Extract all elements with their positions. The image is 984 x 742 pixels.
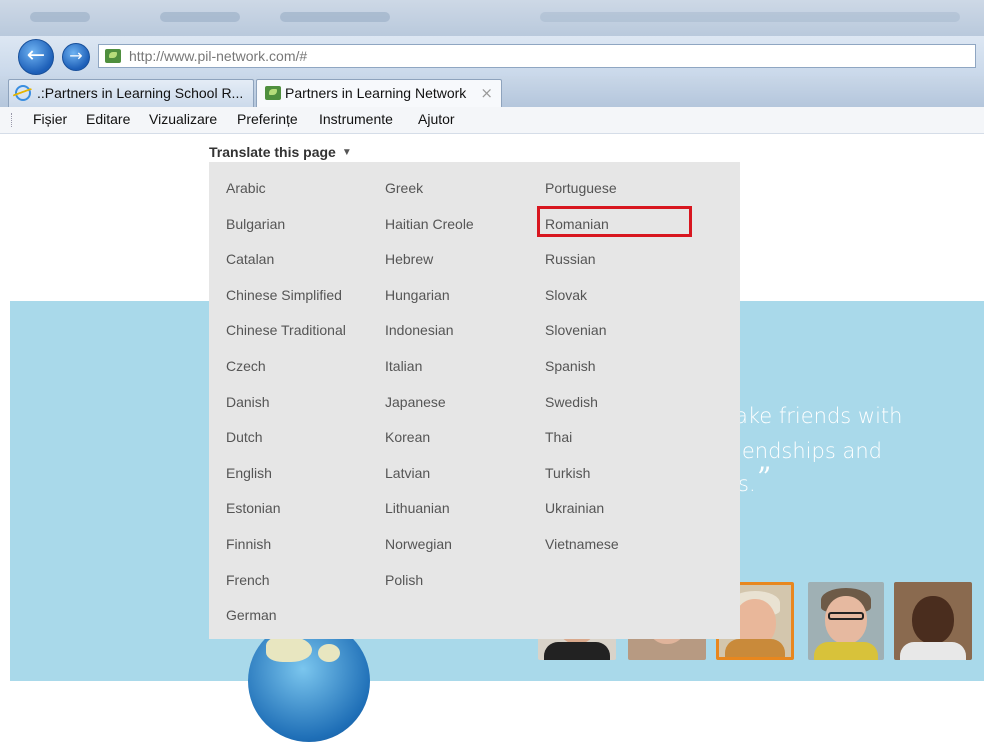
language-option-russian[interactable]: Russian	[545, 251, 596, 267]
photo-body	[900, 642, 966, 660]
menu-view[interactable]: Vizualizare	[149, 111, 217, 127]
url-hash: #	[299, 48, 308, 64]
language-option-english[interactable]: English	[226, 465, 272, 481]
tab-label: .:Partners in Learning School R...	[37, 85, 244, 101]
site-favicon-icon	[105, 49, 121, 63]
language-option-bulgarian[interactable]: Bulgarian	[226, 216, 285, 232]
language-option-portuguese[interactable]: Portuguese	[545, 180, 617, 196]
language-option-polish[interactable]: Polish	[385, 572, 423, 588]
address-url: http://www.pil-network.com/#	[129, 48, 307, 64]
language-option-arabic[interactable]: Arabic	[226, 180, 266, 196]
language-option-japanese[interactable]: Japanese	[385, 394, 446, 410]
language-option-indonesian[interactable]: Indonesian	[385, 322, 454, 338]
language-option-norwegian[interactable]: Norwegian	[385, 536, 452, 552]
site-favicon-icon	[265, 86, 281, 100]
language-option-turkish[interactable]: Turkish	[545, 465, 590, 481]
language-option-french[interactable]: French	[226, 572, 270, 588]
language-option-catalan[interactable]: Catalan	[226, 251, 274, 267]
back-arrow-icon[interactable]: ←	[18, 39, 54, 75]
language-option-korean[interactable]: Korean	[385, 429, 430, 445]
language-option-danish[interactable]: Danish	[226, 394, 270, 410]
photo-body	[814, 642, 878, 660]
language-option-chinese-simplified[interactable]: Chinese Simplified	[226, 287, 342, 303]
tab-strip: .:Partners in Learning School R... Partn…	[0, 76, 984, 107]
language-option-italian[interactable]: Italian	[385, 358, 422, 374]
tab-label: Partners in Learning Network	[285, 85, 467, 101]
photo-face	[912, 596, 954, 644]
language-option-spanish[interactable]: Spanish	[545, 358, 596, 374]
language-option-hungarian[interactable]: Hungarian	[385, 287, 450, 303]
window-titlebar	[0, 0, 984, 36]
language-option-german[interactable]: German	[226, 607, 277, 623]
language-option-chinese-traditional[interactable]: Chinese Traditional	[226, 322, 346, 338]
tab-partners-network[interactable]: Partners in Learning Network ×	[256, 79, 502, 107]
navigation-bar: ← → http://www.pil-network.com/#	[0, 36, 984, 76]
url-host: http://www.pil-network.com/	[129, 48, 300, 64]
language-option-greek[interactable]: Greek	[385, 180, 423, 196]
language-option-swedish[interactable]: Swedish	[545, 394, 598, 410]
menu-tools[interactable]: Instrumente	[319, 111, 393, 127]
language-option-hebrew[interactable]: Hebrew	[385, 251, 433, 267]
close-quote-mark: ”	[757, 461, 772, 494]
photo-glasses	[828, 612, 864, 620]
language-option-finnish[interactable]: Finnish	[226, 536, 271, 552]
forward-arrow-icon[interactable]: →	[62, 43, 90, 71]
language-option-latvian[interactable]: Latvian	[385, 465, 430, 481]
language-option-thai[interactable]: Thai	[545, 429, 572, 445]
photo-face	[825, 596, 867, 644]
photo-body	[544, 642, 610, 660]
titlebar-blur-4	[540, 12, 960, 22]
member-photo-4[interactable]	[808, 582, 884, 660]
titlebar-blur-1	[30, 12, 90, 22]
titlebar-blur-3	[280, 12, 390, 22]
menu-bar: Fișier Editare Vizualizare Preferințe In…	[0, 107, 984, 134]
language-option-ukrainian[interactable]: Ukrainian	[545, 500, 604, 516]
language-option-estonian[interactable]: Estonian	[226, 500, 280, 516]
hero-quote-line-2: friendships and	[720, 439, 882, 463]
language-option-haitian-creole[interactable]: Haitian Creole	[385, 216, 474, 232]
globe-landmass	[318, 644, 340, 662]
menu-help[interactable]: Ajutor	[418, 111, 455, 127]
menu-favorites[interactable]: Preferințe	[237, 111, 298, 127]
language-option-slovenian[interactable]: Slovenian	[545, 322, 607, 338]
tab-school-research[interactable]: .:Partners in Learning School R...	[8, 79, 254, 107]
selected-language-highlight	[537, 206, 692, 237]
close-tab-icon[interactable]: ×	[480, 80, 493, 106]
language-option-vietnamese[interactable]: Vietnamese	[545, 536, 619, 552]
member-photo-5[interactable]	[894, 582, 972, 660]
titlebar-blur-2	[160, 12, 240, 22]
globe-landmass	[266, 636, 312, 662]
caret-down-icon: ▼	[341, 147, 352, 158]
ie-icon	[15, 85, 31, 101]
language-option-czech[interactable]: Czech	[226, 358, 266, 374]
photo-body	[725, 639, 785, 657]
language-option-slovak[interactable]: Slovak	[545, 287, 587, 303]
hero-quote-line-1: ake friends with	[735, 404, 903, 428]
language-option-lithuanian[interactable]: Lithuanian	[385, 500, 450, 516]
menu-edit[interactable]: Editare	[86, 111, 130, 127]
hero-quote-line-3: s.	[738, 472, 756, 496]
menu-file[interactable]: Fișier	[33, 111, 67, 127]
translate-page-toggle[interactable]: Translate this page ▼	[209, 144, 352, 160]
menu-grip	[11, 113, 14, 127]
translate-toggle-label: Translate this page	[209, 144, 336, 160]
address-bar[interactable]: http://www.pil-network.com/#	[98, 44, 976, 68]
language-option-dutch[interactable]: Dutch	[226, 429, 263, 445]
